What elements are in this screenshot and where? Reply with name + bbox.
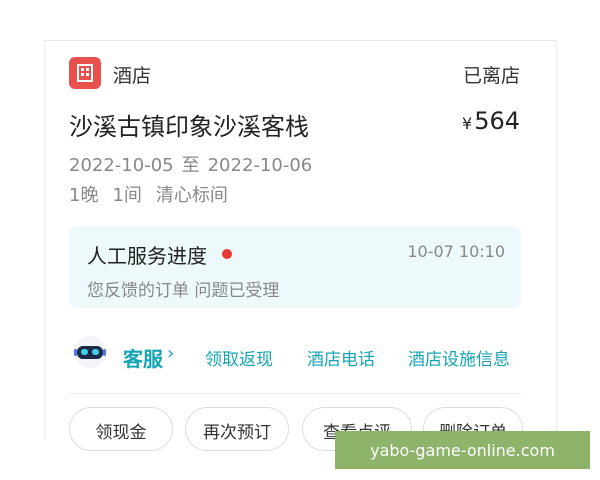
check-in-date: 2022-10-05 xyxy=(69,155,174,176)
rooms-count: 1间 xyxy=(112,185,142,206)
service-progress-panel[interactable]: 人工服务进度 10-07 10:10 您反馈的订单 问题已受理 xyxy=(69,226,521,308)
watermark-banner: yabo-game-online.com xyxy=(335,431,590,469)
room-info: 1晚 1间 清心标间 xyxy=(69,181,242,207)
category-label: 酒店 xyxy=(113,65,152,87)
divider xyxy=(69,393,521,394)
claim-cashback-link[interactable]: 领取返现 xyxy=(205,345,273,370)
stay-dates: 2022-10-05 至 2022-10-06 xyxy=(69,151,320,177)
check-out-date: 2022-10-06 xyxy=(207,155,313,176)
service-progress-description: 您反馈的订单 问题已受理 xyxy=(87,281,280,301)
currency-symbol: ¥ xyxy=(462,114,473,133)
service-progress-time: 10-07 10:10 xyxy=(407,242,505,261)
claim-cash-button[interactable]: 领现金 xyxy=(69,407,173,451)
unread-dot-icon xyxy=(222,249,232,259)
hotel-phone-link[interactable]: 酒店电话 xyxy=(307,345,375,370)
chevron-right-icon: › xyxy=(167,343,175,364)
order-card[interactable]: 酒店 已离店 沙溪古镇印象沙溪客栈 ¥564 2022-10-05 至 2022-1… xyxy=(44,40,557,451)
date-separator: 至 xyxy=(181,155,200,176)
customer-service-link[interactable]: 客服 xyxy=(123,343,163,372)
hotel-building-icon xyxy=(69,57,101,89)
nights-count: 1晚 xyxy=(69,185,99,206)
hotel-name[interactable]: 沙溪古镇印象沙溪客栈 xyxy=(69,107,309,142)
customer-service-robot-icon[interactable] xyxy=(73,335,107,369)
book-again-button[interactable]: 再次预订 xyxy=(185,407,289,451)
order-status: 已离店 xyxy=(462,65,520,87)
hotel-facilities-link[interactable]: 酒店设施信息 xyxy=(408,345,510,370)
price-value: 564 xyxy=(474,107,520,135)
service-links-row: 客服 › 领取返现 酒店电话 酒店设施信息 xyxy=(69,335,529,377)
service-progress-title: 人工服务进度 xyxy=(87,244,207,268)
room-type: 清心标间 xyxy=(155,185,228,206)
order-price: ¥564 xyxy=(462,107,520,135)
